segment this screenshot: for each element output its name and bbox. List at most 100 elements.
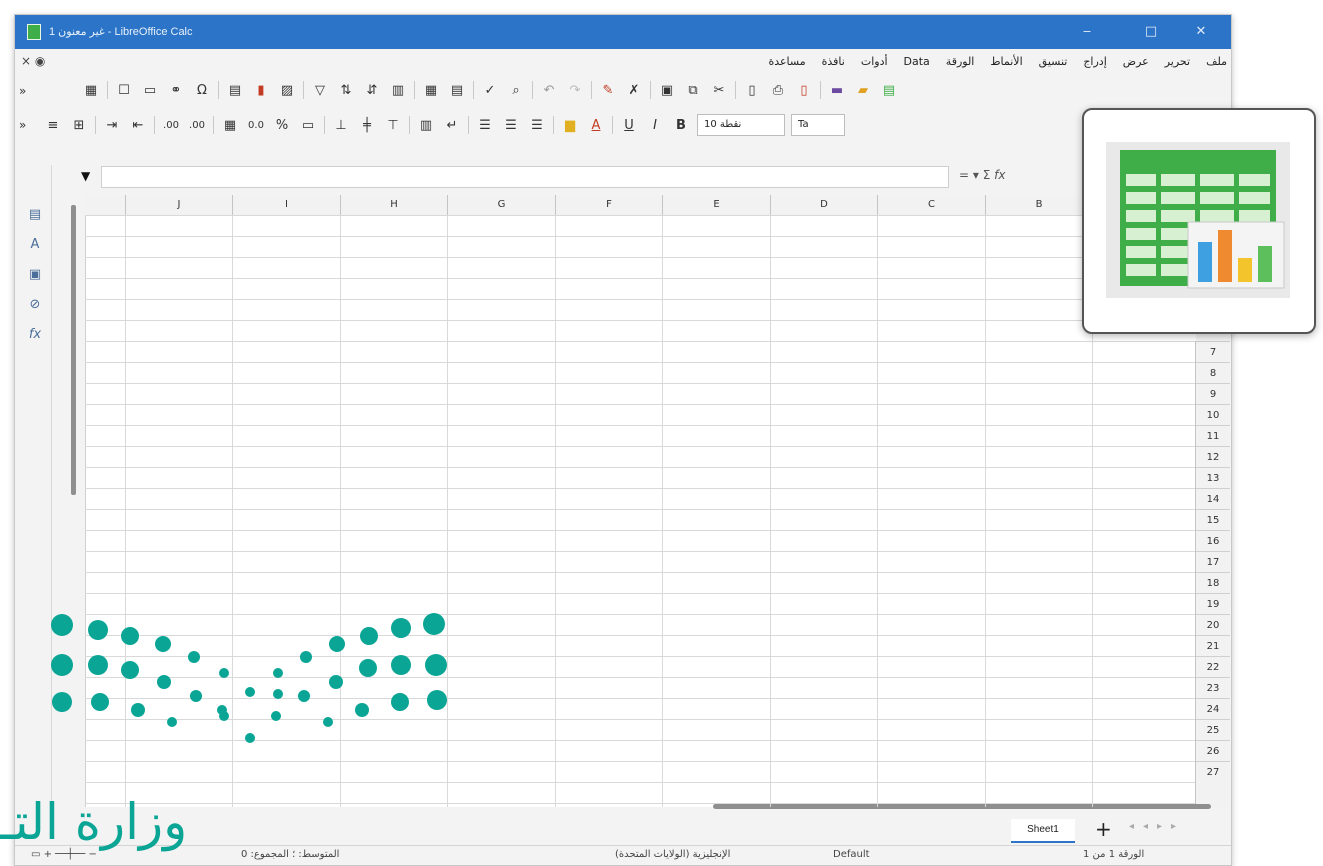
row-header[interactable]: 15: [1196, 509, 1230, 530]
menu-help[interactable]: مساعدة: [768, 49, 805, 75]
underline-icon[interactable]: U: [619, 115, 639, 135]
align-left-icon[interactable]: ☰: [527, 115, 547, 135]
align-bottom-icon[interactable]: ⊥: [331, 115, 351, 135]
undo-icon[interactable]: ↶: [539, 80, 559, 100]
formula-input[interactable]: [101, 166, 949, 188]
menu-data[interactable]: Data: [904, 49, 930, 75]
increase-indent-icon[interactable]: ⇥: [102, 115, 122, 135]
clone-formatting-icon[interactable]: ✎: [598, 80, 618, 100]
navigator-icon[interactable]: ⊘: [25, 295, 45, 315]
menu-styles[interactable]: الأنماط: [990, 49, 1022, 75]
align-right-icon[interactable]: ☰: [475, 115, 495, 135]
menu-view[interactable]: عرض: [1123, 49, 1149, 75]
insert-comment-icon[interactable]: ☐: [114, 80, 134, 100]
decrease-indent-icon[interactable]: ⇤: [128, 115, 148, 135]
column-header-d[interactable]: D: [770, 195, 877, 215]
row-header[interactable]: 13: [1196, 467, 1230, 488]
menu-insert[interactable]: إدراج: [1083, 49, 1106, 75]
styles-icon[interactable]: A: [25, 235, 45, 255]
insert-image-icon[interactable]: ▨: [277, 80, 297, 100]
sort-ascending-icon[interactable]: ⇅: [336, 80, 356, 100]
borders-icon[interactable]: ⊞: [69, 115, 89, 135]
row-header[interactable]: 20: [1196, 614, 1230, 635]
maximize-button[interactable]: □: [1137, 21, 1165, 43]
pivot-table-icon[interactable]: ▤: [225, 80, 245, 100]
menu-tools[interactable]: أدوات: [861, 49, 888, 75]
format-percent-icon[interactable]: %: [272, 115, 292, 135]
close-document-icon[interactable]: × ◉: [21, 54, 45, 68]
new-document-icon[interactable]: ▤: [879, 80, 899, 100]
row-header[interactable]: 11: [1196, 425, 1230, 446]
column-header-c[interactable]: C: [877, 195, 985, 215]
sort-icon[interactable]: ▥: [388, 80, 408, 100]
italic-icon[interactable]: I: [645, 115, 665, 135]
add-sheet-icon[interactable]: +: [1095, 817, 1112, 841]
bold-icon[interactable]: B: [671, 115, 691, 135]
filter-icon[interactable]: ▽: [310, 80, 330, 100]
row-header[interactable]: 8: [1196, 362, 1230, 383]
status-page-style[interactable]: Default: [833, 849, 870, 860]
rows-icon[interactable]: ▤: [447, 80, 467, 100]
column-header-g[interactable]: G: [447, 195, 555, 215]
row-header[interactable]: 19: [1196, 593, 1230, 614]
column-header-j[interactable]: J: [125, 195, 232, 215]
menu-edit[interactable]: تحرير: [1165, 49, 1190, 75]
toolbar-overflow-icon-2[interactable]: »: [19, 118, 26, 132]
copy-icon[interactable]: ⧉: [683, 80, 703, 100]
functions-icon[interactable]: fx: [25, 325, 45, 345]
export-pdf-icon[interactable]: ▯: [794, 80, 814, 100]
autofilter-icon[interactable]: ▦: [81, 80, 101, 100]
name-box-dropdown-icon[interactable]: ▼: [81, 166, 103, 186]
status-language[interactable]: الإنجليزية (الولايات المتحدة): [615, 849, 730, 860]
open-icon[interactable]: ▰: [853, 80, 873, 100]
paste-icon[interactable]: ▣: [657, 80, 677, 100]
save-icon[interactable]: ▬: [827, 80, 847, 100]
font-name-select[interactable]: Ta: [791, 114, 845, 136]
sheet-tab[interactable]: Sheet1: [1011, 819, 1075, 843]
background-color-icon[interactable]: ▆: [560, 115, 580, 135]
row-header[interactable]: 7: [1196, 341, 1230, 362]
format-date-icon[interactable]: ▦: [220, 115, 240, 135]
column-header-f[interactable]: F: [555, 195, 662, 215]
toolbar-overflow-icon[interactable]: »: [19, 84, 26, 98]
comment-icon[interactable]: ▭: [140, 80, 160, 100]
sheet-navigation-icons[interactable]: ◂◂▸▸: [1129, 821, 1185, 832]
column-header-b[interactable]: B: [985, 195, 1092, 215]
menu-window[interactable]: نافذة: [822, 49, 845, 75]
align-center-vertical-icon[interactable]: ╪: [357, 115, 377, 135]
insert-chart-icon[interactable]: ▮: [251, 80, 271, 100]
print-icon[interactable]: ⎙: [768, 80, 788, 100]
font-color-icon[interactable]: A: [586, 115, 606, 135]
delete-decimal-icon[interactable]: .00: [161, 115, 181, 135]
row-header[interactable]: 27: [1196, 761, 1230, 782]
wrap-text-icon[interactable]: ↵: [442, 115, 462, 135]
menu-format[interactable]: تنسيق: [1039, 49, 1068, 75]
row-header[interactable]: 16: [1196, 530, 1230, 551]
row-header[interactable]: 17: [1196, 551, 1230, 572]
vertical-scrollbar[interactable]: [71, 205, 76, 495]
redo-icon[interactable]: ↷: [565, 80, 585, 100]
row-header[interactable]: 22: [1196, 656, 1230, 677]
row-header[interactable]: 9: [1196, 383, 1230, 404]
format-currency-icon[interactable]: ▭: [298, 115, 318, 135]
row-header[interactable]: 25: [1196, 719, 1230, 740]
column-header-h[interactable]: H: [340, 195, 447, 215]
row-header[interactable]: 21: [1196, 635, 1230, 656]
row-header[interactable]: 14: [1196, 488, 1230, 509]
row-header[interactable]: 26: [1196, 740, 1230, 761]
special-character-icon[interactable]: Ω: [192, 80, 212, 100]
font-size-select[interactable]: 10 نقطة: [697, 114, 785, 136]
row-header[interactable]: 10: [1196, 404, 1230, 425]
columns-icon[interactable]: ▦: [421, 80, 441, 100]
hyperlink-icon[interactable]: ⚭: [166, 80, 186, 100]
column-header-i[interactable]: I: [232, 195, 340, 215]
merge-cells-icon[interactable]: ▥: [416, 115, 436, 135]
spelling-icon[interactable]: ✓: [480, 80, 500, 100]
row-header[interactable]: 23: [1196, 677, 1230, 698]
format-number-icon[interactable]: 0.0: [246, 115, 266, 135]
horizontal-scrollbar[interactable]: [713, 804, 1211, 809]
align-center-icon[interactable]: ☰: [501, 115, 521, 135]
gallery-icon[interactable]: ▣: [25, 265, 45, 285]
close-window-button[interactable]: ✕: [1187, 21, 1215, 43]
row-header[interactable]: 18: [1196, 572, 1230, 593]
